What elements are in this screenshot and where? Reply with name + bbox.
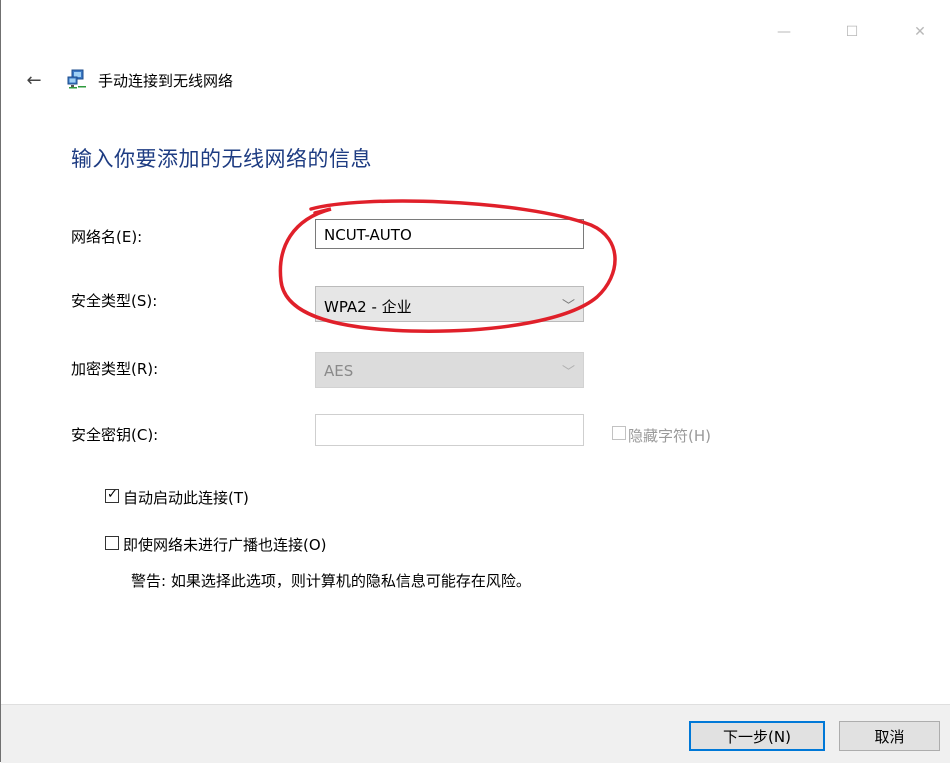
hide-characters-label: 隐藏字符(H) [628,427,711,445]
security-key-label: 安全密钥(C): [71,426,159,444]
next-button[interactable]: 下一步(N) [689,721,825,751]
connect-hidden-checkbox[interactable] [105,536,119,550]
title-bar: — ☐ ✕ [1,0,950,64]
maximize-button[interactable]: ☐ [829,16,875,48]
dialog-window: — ☐ ✕ ← 手动连接到无线网络 输入你要添加的无线网络的信息 网络名(E):… [0,0,950,763]
security-type-value: WPA2 - 企业 [324,298,412,316]
network-icon [67,69,86,89]
minimize-icon: — [777,24,791,40]
red-annotation-circle [278,199,617,333]
security-type-label: 安全类型(S): [71,292,158,310]
footer-bar: 下一步(N) 取消 [1,704,950,763]
page-heading: 输入你要添加的无线网络的信息 [71,147,372,171]
chevron-down-icon: ﹀ [561,299,575,314]
chevron-down-icon: ﹀ [561,365,575,380]
auto-connect-checkbox[interactable]: ✓ [105,487,119,503]
window-title: 手动连接到无线网络 [98,72,234,90]
close-button[interactable]: ✕ [897,16,943,48]
encryption-type-value: AES [324,362,354,380]
network-name-input[interactable]: NCUT-AUTO [315,219,584,249]
network-name-label: 网络名(E): [71,228,143,246]
checkmark-icon: ✓ [107,487,118,502]
maximize-icon: ☐ [845,24,859,40]
security-type-select[interactable]: WPA2 - 企业 ﹀ [315,286,584,322]
close-icon: ✕ [914,24,926,40]
back-arrow-icon[interactable]: ← [23,70,45,92]
connect-hidden-label[interactable]: 即使网络未进行广播也连接(O) [123,534,327,555]
privacy-warning-text: 警告: 如果选择此选项，则计算机的隐私信息可能存在风险。 [131,572,531,590]
hide-characters-checkbox [612,426,626,440]
minimize-button[interactable]: — [761,16,807,48]
encryption-type-select: AES ﹀ [315,352,584,388]
encryption-type-label: 加密类型(R): [71,360,159,378]
auto-connect-label[interactable]: 自动启动此连接(T) [123,487,249,508]
security-key-input [315,414,584,446]
cancel-button[interactable]: 取消 [839,721,940,751]
